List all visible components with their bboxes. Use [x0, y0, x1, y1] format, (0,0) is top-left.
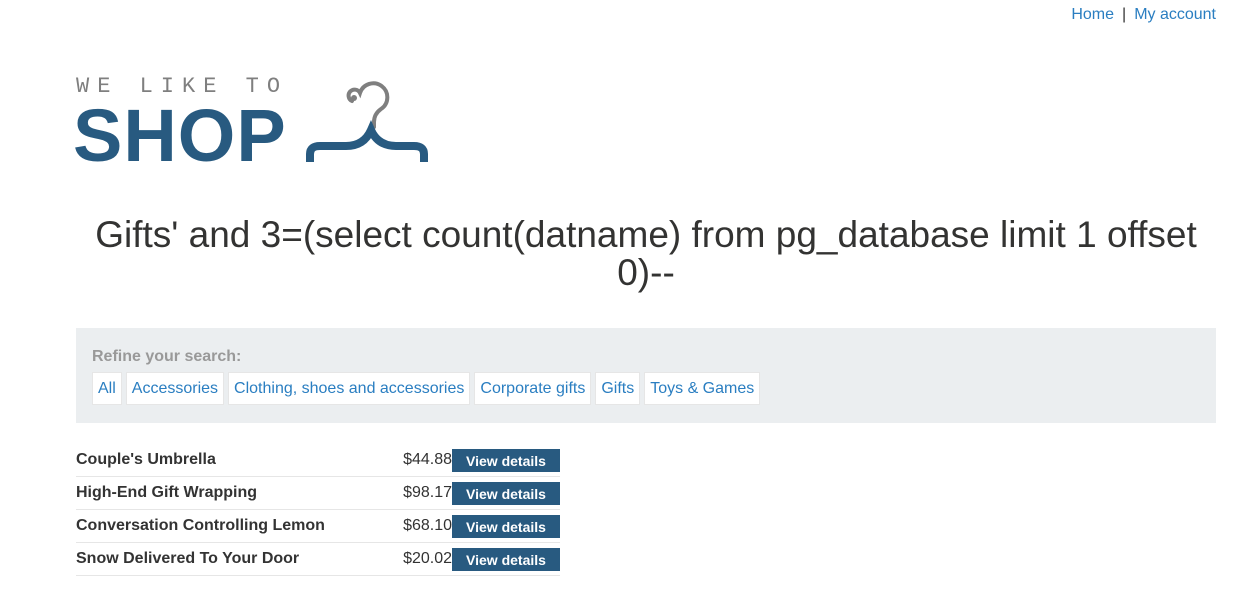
filter-clothing[interactable]: Clothing, shoes and accessories	[228, 372, 471, 405]
table-row: Snow Delivered To Your Door $20.02 View …	[76, 543, 560, 576]
filter-gifts[interactable]: Gifts	[595, 372, 641, 405]
filter-all[interactable]: All	[92, 372, 122, 405]
search-filters: Refine your search: All Accessories Clot…	[76, 328, 1216, 423]
filter-list: All Accessories Clothing, shoes and acce…	[92, 372, 761, 405]
home-link[interactable]: Home	[1071, 6, 1114, 23]
product-name: Snow Delivered To Your Door	[76, 550, 300, 567]
top-nav: Home | My account	[1071, 6, 1216, 24]
product-price: $98.17	[403, 484, 452, 501]
my-account-link[interactable]: My account	[1134, 6, 1216, 23]
view-details-button[interactable]: View details	[452, 548, 560, 571]
site-logo[interactable]: WE LIKE TO SHOP	[73, 74, 436, 177]
product-table: Couple's Umbrella $44.88 View details Hi…	[76, 444, 560, 576]
table-row: Conversation Controlling Lemon $68.10 Vi…	[76, 510, 560, 543]
table-row: High-End Gift Wrapping $98.17 View detai…	[76, 477, 560, 510]
nav-separator: |	[1122, 6, 1127, 23]
product-price: $44.88	[403, 451, 452, 468]
view-details-button[interactable]: View details	[452, 482, 560, 505]
logo-wordmark: SHOP	[73, 94, 287, 177]
product-name: Couple's Umbrella	[76, 451, 216, 468]
hanger-icon	[306, 81, 428, 162]
filter-label: Refine your search:	[92, 348, 242, 365]
product-name: Conversation Controlling Lemon	[76, 517, 325, 534]
page-title: Gifts' and 3=(select count(datname) from…	[95, 214, 1197, 293]
product-price: $20.02	[403, 550, 452, 567]
product-price: $68.10	[403, 517, 452, 534]
page: Home | My account WE LIKE TO SHOP Gifts' a…	[0, 0, 1236, 600]
filter-corporate-gifts[interactable]: Corporate gifts	[474, 372, 592, 405]
view-details-button[interactable]: View details	[452, 449, 560, 472]
filter-accessories[interactable]: Accessories	[125, 372, 225, 405]
product-name: High-End Gift Wrapping	[76, 484, 258, 501]
table-row: Couple's Umbrella $44.88 View details	[76, 444, 560, 477]
filter-toys-games[interactable]: Toys & Games	[644, 372, 761, 405]
view-details-button[interactable]: View details	[452, 515, 560, 538]
